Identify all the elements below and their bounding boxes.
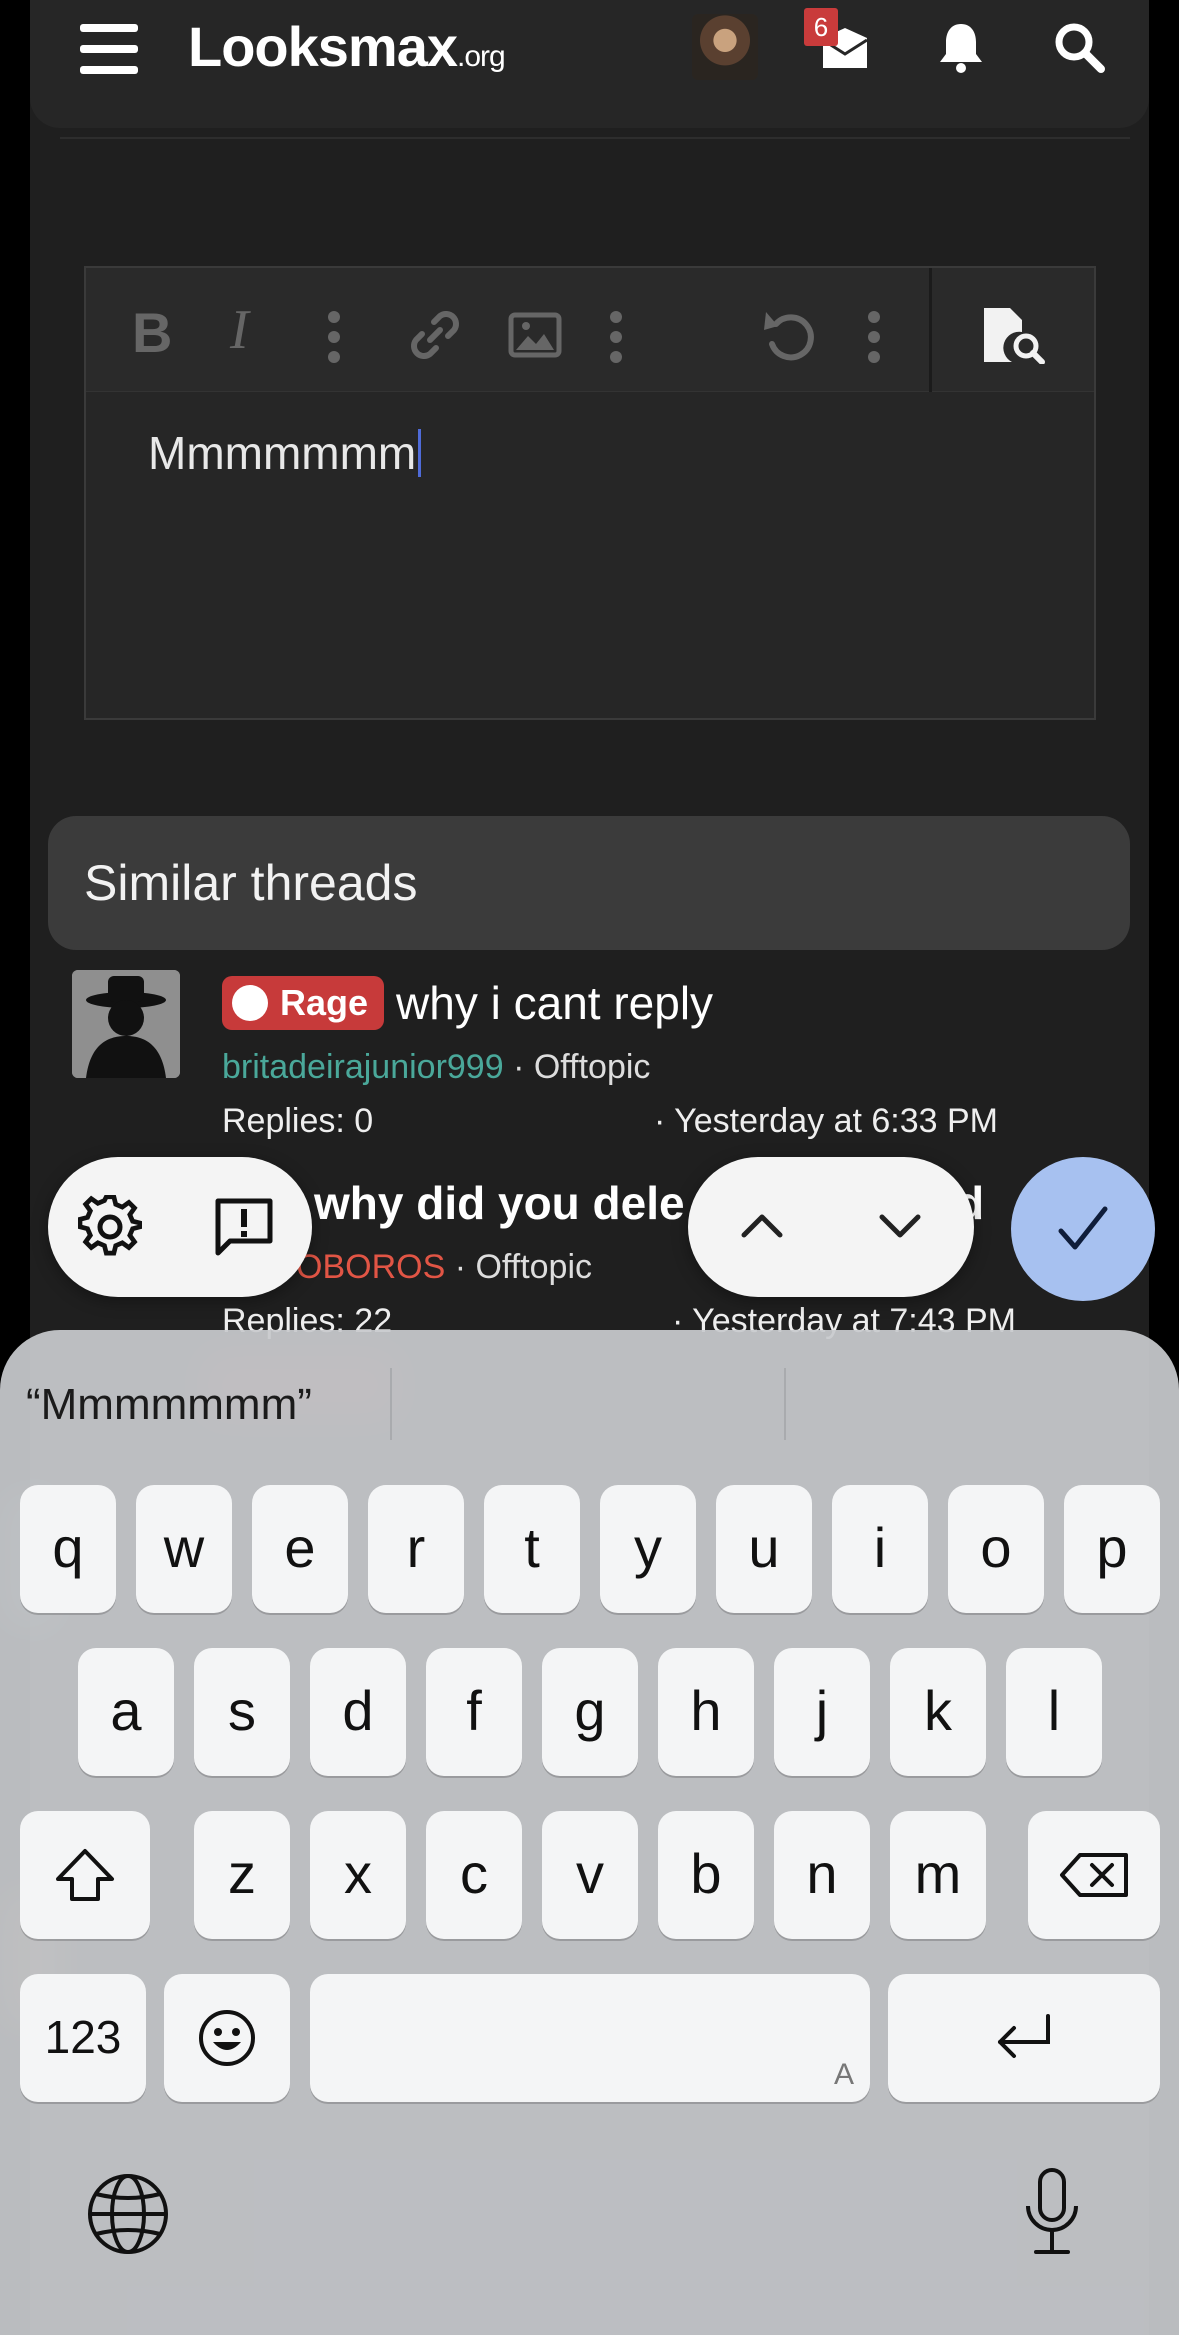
editing-tools-pill — [48, 1157, 312, 1297]
thread-author-link[interactable]: OBOROS — [296, 1248, 445, 1286]
key-s[interactable]: s — [194, 1648, 290, 1776]
suggestion-separator — [390, 1368, 392, 1440]
key-p[interactable]: p — [1064, 1485, 1160, 1613]
bell-icon[interactable] — [936, 20, 986, 74]
key-q[interactable]: q — [20, 1485, 116, 1613]
thread-meta: britadeirajunior999 · Offtopic — [222, 1048, 650, 1087]
key-o[interactable]: o — [948, 1485, 1044, 1613]
logo-text: Looksmax — [188, 15, 458, 78]
backspace-icon — [1060, 1853, 1128, 1897]
key-n[interactable]: n — [774, 1811, 870, 1939]
key-w[interactable]: w — [136, 1485, 232, 1613]
cursor-navigation-pill — [688, 1157, 974, 1297]
thread-date: · Yesterday at 6:33 PM — [654, 1102, 998, 1140]
bold-button[interactable]: B — [132, 300, 172, 364]
editor-toolbar: B I — [86, 268, 1094, 392]
emoji-icon — [199, 2010, 255, 2066]
key-c[interactable]: c — [426, 1811, 522, 1939]
settings-gear-icon[interactable] — [78, 1195, 142, 1259]
silhouette-avatar-icon — [72, 970, 180, 1078]
user-avatar[interactable] — [692, 14, 758, 80]
space-key[interactable]: A — [310, 1974, 870, 2102]
space-key-hint: A — [833, 2058, 854, 2091]
key-i[interactable]: i — [832, 1485, 928, 1613]
return-arrow-icon — [998, 2014, 1050, 2058]
key-d[interactable]: d — [310, 1648, 406, 1776]
numbers-key[interactable]: 123 — [20, 1974, 146, 2102]
thread-replies: Replies: 0 — [222, 1102, 374, 1140]
on-screen-keyboard: “Mmmmmmm” q w e r t y u i o p a s d f g … — [0, 1330, 1179, 2335]
menu-icon[interactable] — [80, 24, 138, 74]
angry-face-icon — [232, 985, 268, 1021]
key-h[interactable]: h — [658, 1648, 754, 1776]
text-caret — [418, 429, 422, 477]
emoji-key[interactable] — [164, 1974, 290, 2102]
more-text-options-icon[interactable] — [324, 310, 344, 364]
thread-author-avatar[interactable] — [72, 970, 180, 1078]
key-r[interactable]: r — [368, 1485, 464, 1613]
reply-editor[interactable]: B I Mmmmmmm — [84, 266, 1096, 720]
key-z[interactable]: z — [194, 1811, 290, 1939]
thread-forum-link[interactable]: · Offtopic — [455, 1248, 592, 1286]
undo-icon[interactable] — [762, 306, 816, 364]
thread-forum-link[interactable]: · Offtopic — [513, 1048, 650, 1086]
key-a[interactable]: a — [78, 1648, 174, 1776]
shift-key[interactable] — [20, 1811, 150, 1939]
screen: Looksmax.org 6 B I Mmmmmmm Similar threa… — [0, 0, 1179, 2335]
search-icon[interactable] — [1052, 20, 1106, 74]
key-t[interactable]: t — [484, 1485, 580, 1613]
prefix-label: Rage — [280, 982, 369, 1023]
globe-icon[interactable] — [86, 2172, 170, 2256]
link-icon[interactable] — [408, 308, 462, 362]
thread-meta: OBOROS · Offtopic — [296, 1248, 592, 1287]
inbox-badge: 6 — [804, 8, 838, 46]
editor-text-value: Mmmmmmm — [148, 427, 417, 479]
chevron-up-icon[interactable] — [740, 1207, 784, 1243]
thread-author-link[interactable]: britadeirajunior999 — [222, 1048, 504, 1086]
autocomplete-suggestion[interactable]: “Mmmmmmm” — [26, 1380, 312, 1430]
shift-arrow-icon — [56, 1849, 114, 1901]
key-b[interactable]: b — [658, 1811, 754, 1939]
rage-prefix-badge: Rage — [222, 976, 385, 1030]
image-icon[interactable] — [508, 312, 562, 358]
key-u[interactable]: u — [716, 1485, 812, 1613]
thread-title-text: why i cant reply — [396, 977, 714, 1029]
thread-title[interactable]: why did you dele — [314, 1176, 685, 1230]
chevron-down-icon[interactable] — [878, 1209, 922, 1245]
return-key[interactable] — [888, 1974, 1160, 2102]
key-f[interactable]: f — [426, 1648, 522, 1776]
checkmark-icon — [1058, 1206, 1108, 1250]
preview-icon[interactable] — [982, 306, 1048, 364]
key-l[interactable]: l — [1006, 1648, 1102, 1776]
key-e[interactable]: e — [252, 1485, 348, 1613]
microphone-icon[interactable] — [1020, 2166, 1084, 2258]
feedback-icon[interactable] — [212, 1195, 276, 1259]
editor-content[interactable]: Mmmmmmm — [148, 426, 422, 480]
header-divider — [60, 137, 1130, 139]
done-button[interactable] — [1011, 1157, 1155, 1301]
logo-suffix: .org — [457, 40, 506, 73]
site-logo[interactable]: Looksmax.org — [188, 14, 506, 79]
thread-title[interactable]: Rage why i cant reply — [222, 976, 713, 1030]
similar-threads-title: Similar threads — [84, 855, 418, 911]
more-editor-options-icon[interactable] — [864, 310, 884, 364]
thread-title-text: why did you dele — [314, 1177, 685, 1229]
key-m[interactable]: m — [890, 1811, 986, 1939]
more-insert-options-icon[interactable] — [606, 310, 626, 364]
site-header: Looksmax.org 6 — [30, 0, 1149, 128]
italic-button[interactable]: I — [230, 298, 249, 361]
similar-threads-header: Similar threads — [48, 816, 1130, 950]
toolbar-separator — [929, 268, 932, 392]
key-g[interactable]: g — [542, 1648, 638, 1776]
suggestion-separator — [784, 1368, 786, 1440]
key-v[interactable]: v — [542, 1811, 638, 1939]
key-y[interactable]: y — [600, 1485, 696, 1613]
key-j[interactable]: j — [774, 1648, 870, 1776]
key-k[interactable]: k — [890, 1648, 986, 1776]
backspace-key[interactable] — [1028, 1811, 1160, 1939]
key-x[interactable]: x — [310, 1811, 406, 1939]
